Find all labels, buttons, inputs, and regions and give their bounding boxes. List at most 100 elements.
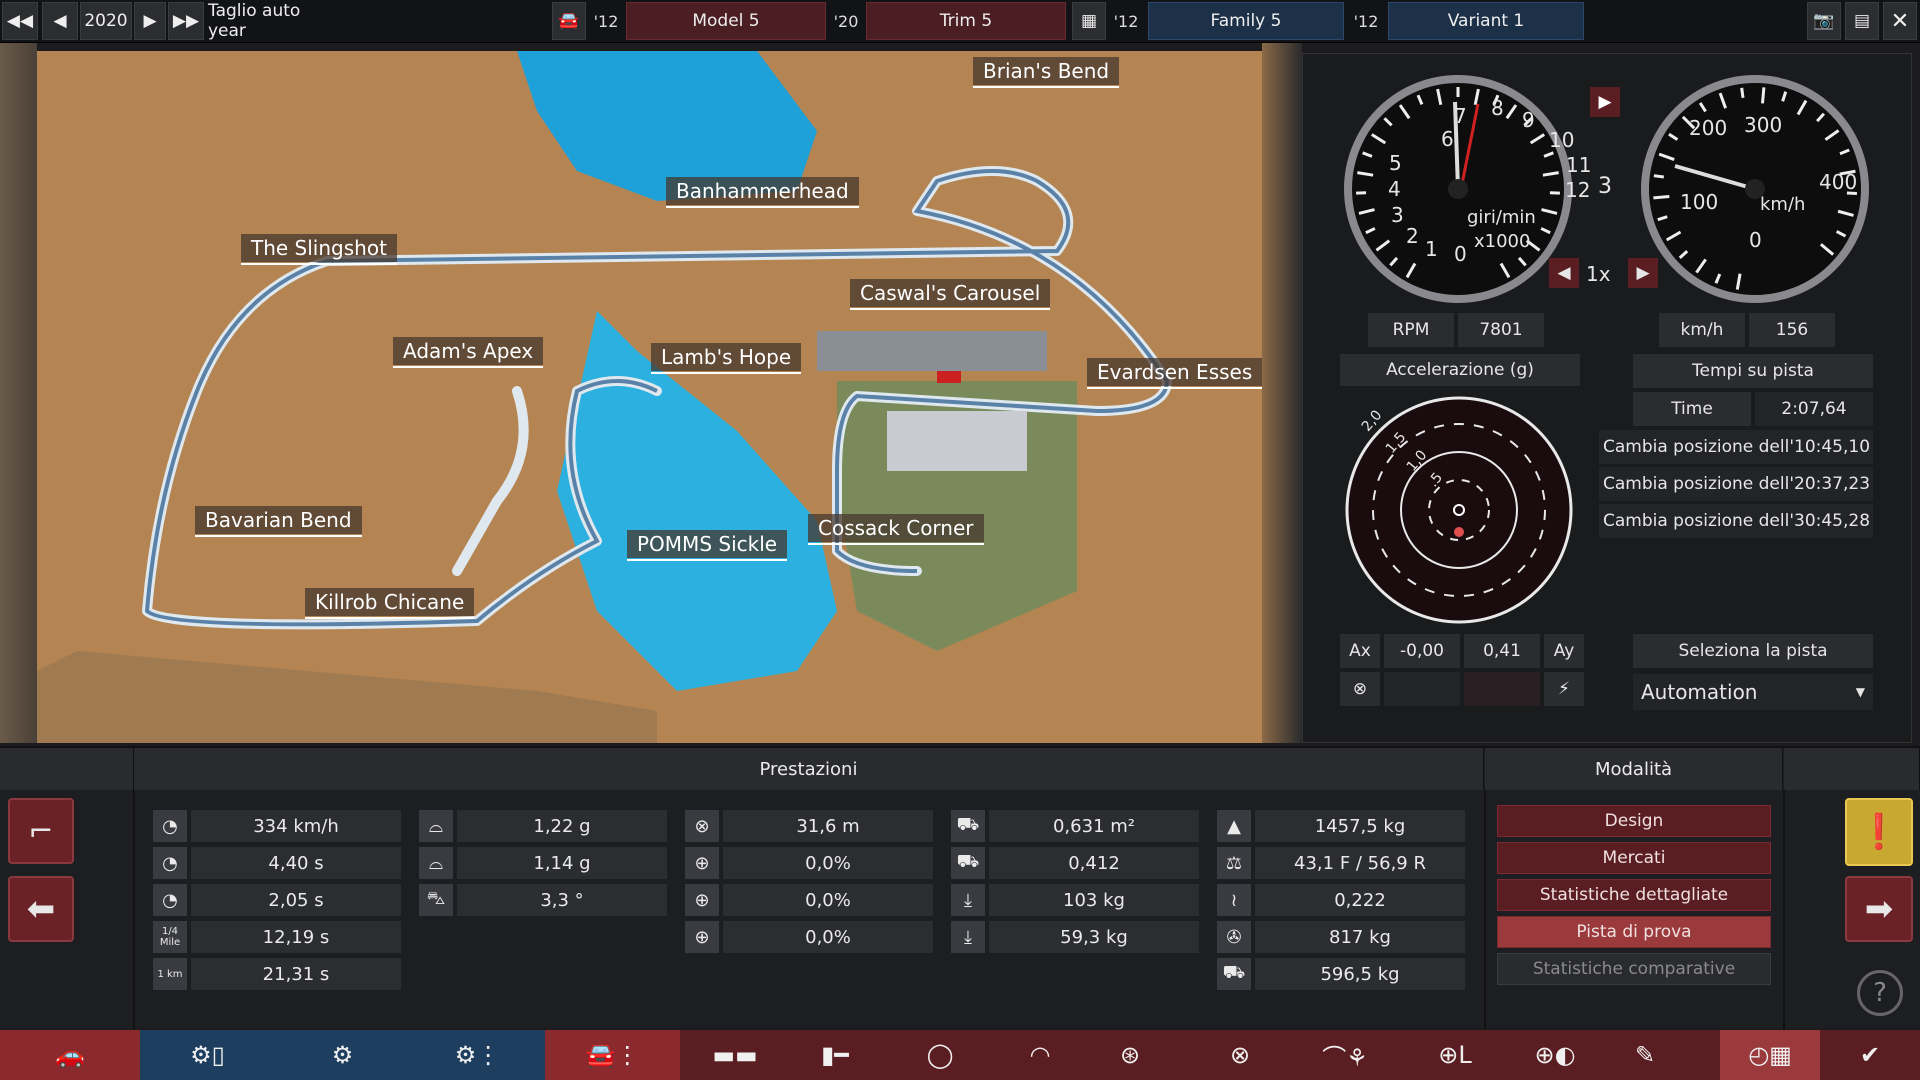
stage-test-track-button[interactable]: ◴▦ xyxy=(1720,1030,1820,1080)
wheel-icon: ⊕ xyxy=(685,847,719,879)
variant-selector[interactable]: Variant 1 xyxy=(1388,2,1584,40)
track-dropdown[interactable]: Automation ▼ xyxy=(1633,674,1873,710)
car-front-icon: ⌓ xyxy=(419,810,453,842)
back-button[interactable]: ⬅ xyxy=(8,876,74,942)
rpm-tick: 2 xyxy=(1406,224,1419,248)
gauge-tick xyxy=(1740,87,1745,98)
mode-markets-button[interactable]: Mercati xyxy=(1497,842,1771,874)
stat-value: 334 km/h xyxy=(191,810,401,842)
rpm-tick: 5 xyxy=(1389,151,1402,175)
stat-row: ◔ 4,40 s xyxy=(153,847,401,879)
stage-engine-parts-button[interactable]: ⚙ xyxy=(275,1030,410,1080)
stage-interior-button[interactable]: ⊕L xyxy=(1410,1030,1500,1080)
corner-label: POMMS Sickle xyxy=(627,530,788,561)
mode-detailed-stats-button[interactable]: Statistiche dettagliate xyxy=(1497,879,1771,911)
play-button[interactable]: ▶ xyxy=(1590,87,1620,117)
stat-value: 1,14 g xyxy=(457,847,667,879)
rpm-multiplier: x1000 xyxy=(1474,231,1531,252)
stage-engine-family-button[interactable]: ⚙▯ xyxy=(140,1030,275,1080)
forward-button[interactable]: ➡ xyxy=(1845,876,1913,942)
stat-icon-label: 1 km xyxy=(157,968,183,980)
mode-design-button[interactable]: Design xyxy=(1497,805,1771,837)
speed-multiplier: 1x xyxy=(1586,262,1611,286)
rpm-tick: 10 xyxy=(1549,128,1575,152)
mode-test-track-button[interactable]: Pista di prova xyxy=(1497,916,1771,948)
engine-tune-icon: ⚙⋮ xyxy=(454,1041,501,1069)
downforce-icon: ⤓ xyxy=(951,884,985,916)
stage-finish-button[interactable]: ✔ xyxy=(1840,1030,1900,1080)
warning-button[interactable]: ❗ xyxy=(1845,798,1913,866)
stat-row: ≀ 0,222 xyxy=(1217,884,1465,916)
stage-safety-button[interactable]: ⊕◐ xyxy=(1510,1030,1600,1080)
stat-row: ⤓ 103 kg xyxy=(951,884,1199,916)
stage-suspension-button[interactable]: ◯ xyxy=(890,1030,990,1080)
corner-label: Killrob Chicane xyxy=(305,588,475,619)
speed-tick: 0 xyxy=(1749,228,1762,252)
corner-label: Cossack Corner xyxy=(808,514,984,545)
last-year-button[interactable]: ▶▶ xyxy=(168,2,204,40)
ax-value: -0,00 xyxy=(1384,634,1460,668)
track-tool-button[interactable]: ⌐ xyxy=(8,798,74,864)
divider xyxy=(1783,790,1785,1030)
stat-value: 817 kg xyxy=(1255,921,1465,953)
stat-row: ◔ 334 km/h xyxy=(153,810,401,842)
arrow-right-icon: ➡ xyxy=(1864,889,1894,929)
select-track-button[interactable]: Seleziona la pista xyxy=(1633,634,1873,668)
stage-tuning-button[interactable]: ✎ xyxy=(1610,1030,1680,1080)
brake-icon: ⊗ xyxy=(1340,672,1380,706)
lap-split-row: Cambia posizione dell'10:45,10 xyxy=(1599,430,1873,464)
rpm-value: 7801 xyxy=(1458,313,1544,347)
prev-year-button[interactable]: ◀ xyxy=(42,2,78,40)
trim-selector[interactable]: Trim 5 xyxy=(866,2,1066,40)
rpm-tick: 1 xyxy=(1425,237,1438,261)
car-front-icon: ⌓ xyxy=(419,847,453,879)
next-year-button[interactable]: ▶ xyxy=(134,2,166,40)
stat-row: 1/4 Mile 12,19 s xyxy=(153,921,401,953)
close-icon[interactable]: ✕ xyxy=(1883,2,1917,40)
speed-tick: 200 xyxy=(1689,116,1728,140)
rpm-tick: 7 xyxy=(1454,104,1467,128)
quarter-mile-icon: 1/4 Mile xyxy=(153,921,187,953)
stat-value: 0,222 xyxy=(1255,884,1465,916)
stat-value: 2,05 s xyxy=(191,884,401,916)
gauge-tick xyxy=(1653,174,1664,179)
lap-times-title: Tempi su pista xyxy=(1633,354,1873,388)
stat-row: ⊗ 31,6 m xyxy=(685,810,933,842)
stage-engine-tune-button[interactable]: ⚙⋮ xyxy=(410,1030,545,1080)
aero-icon: ⌒⚘ xyxy=(1322,1043,1368,1072)
calculator-icon[interactable]: ▤ xyxy=(1845,2,1879,40)
ay-label: Ay xyxy=(1544,634,1584,668)
stat-row: ⛍ 3,3 ° xyxy=(419,884,667,916)
stat-row: ⊕ 0,0% xyxy=(685,921,933,953)
model-selector[interactable]: Model 5 xyxy=(626,2,826,40)
stage-tyres-button[interactable]: ⊗ xyxy=(1200,1030,1280,1080)
stage-car-model-button[interactable]: 🚘⋮ xyxy=(545,1030,680,1080)
first-year-button[interactable]: ◀◀ xyxy=(2,2,38,40)
stage-aero-button[interactable]: ⌒⚘ xyxy=(1290,1030,1400,1080)
stage-drivetrain-button[interactable]: ▮━ xyxy=(790,1030,880,1080)
slow-down-button[interactable]: ◀ xyxy=(1549,258,1579,288)
engine-parts-icon: ⚙ xyxy=(331,1041,354,1069)
divider xyxy=(1484,790,1486,1030)
performance-title: Prestazioni xyxy=(134,748,1484,790)
wheel-icon: ⊕ xyxy=(685,884,719,916)
car-model-icon[interactable]: 🚘 xyxy=(552,2,586,40)
engine-family-icon[interactable]: ▦ xyxy=(1072,2,1106,40)
stage-brakes-button[interactable]: ◠ xyxy=(1000,1030,1080,1080)
stage-body-button[interactable]: 🚗 xyxy=(0,1030,140,1080)
variant-year: '12 xyxy=(1353,11,1379,31)
family-selector[interactable]: Family 5 xyxy=(1148,2,1344,40)
mode-comparative-stats-button[interactable]: Statistiche comparative xyxy=(1497,953,1771,985)
corner-label: Bavarian Bend xyxy=(195,506,362,537)
camera-icon[interactable]: 📷 xyxy=(1807,2,1841,40)
exclamation-icon: ❗ xyxy=(1857,812,1901,852)
stage-wheels-button[interactable]: ⊛ xyxy=(1090,1030,1170,1080)
corner-label: Adam's Apex xyxy=(393,337,544,368)
help-button[interactable]: ? xyxy=(1857,970,1903,1016)
rpm-tick: 6 xyxy=(1441,127,1454,151)
kmh-label: km/h xyxy=(1659,313,1745,347)
speed-tick: 100 xyxy=(1680,190,1719,214)
stage-chassis-button[interactable]: ▬▬ xyxy=(690,1030,780,1080)
track-map[interactable]: Brian's Bend Banhammerhead The Slingshot… xyxy=(37,51,1262,743)
corner-label: Lamb's Hope xyxy=(651,343,802,374)
